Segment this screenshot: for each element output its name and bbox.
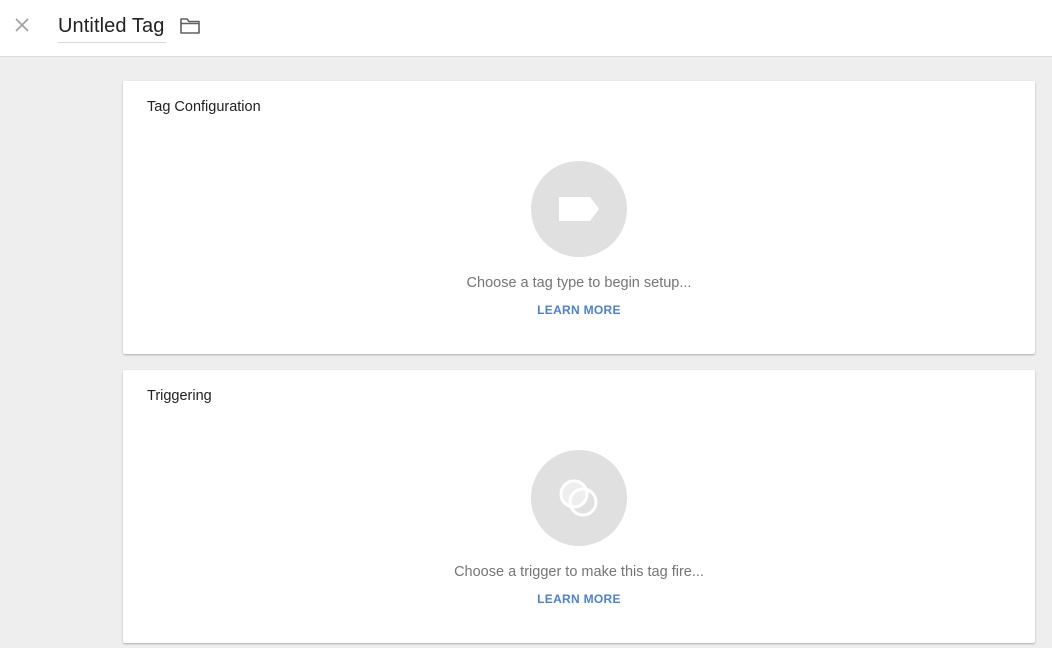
trigger-learn-more-row: LEARN MORE [123,590,1035,608]
folder-button[interactable] [178,15,202,37]
tag-learn-more-row: LEARN MORE [123,301,1035,319]
header-bar: Untitled Tag [0,0,1052,57]
tag-configuration-card: Tag Configuration Choose a tag type to b… [123,81,1035,354]
trigger-learn-more-link[interactable]: LEARN MORE [537,592,621,606]
page-title: Untitled Tag [58,15,165,37]
choose-trigger-button[interactable] [531,450,627,546]
choose-tag-type-button[interactable] [531,161,627,257]
tag-type-prompt[interactable]: Choose a tag type to begin setup... [123,275,1035,291]
tag-icon [559,197,599,221]
triggering-card: Triggering Choose a trigger to make this… [123,370,1035,643]
trigger-prompt[interactable]: Choose a trigger to make this tag fire..… [123,564,1035,580]
trigger-icon [559,479,598,517]
close-button[interactable] [10,13,34,37]
tag-configuration-title: Tag Configuration [147,99,261,115]
folder-icon [180,18,200,34]
tag-learn-more-link[interactable]: LEARN MORE [537,303,621,317]
triggering-title: Triggering [147,388,212,404]
close-icon [15,18,29,32]
tag-name-field[interactable]: Untitled Tag [58,12,167,43]
